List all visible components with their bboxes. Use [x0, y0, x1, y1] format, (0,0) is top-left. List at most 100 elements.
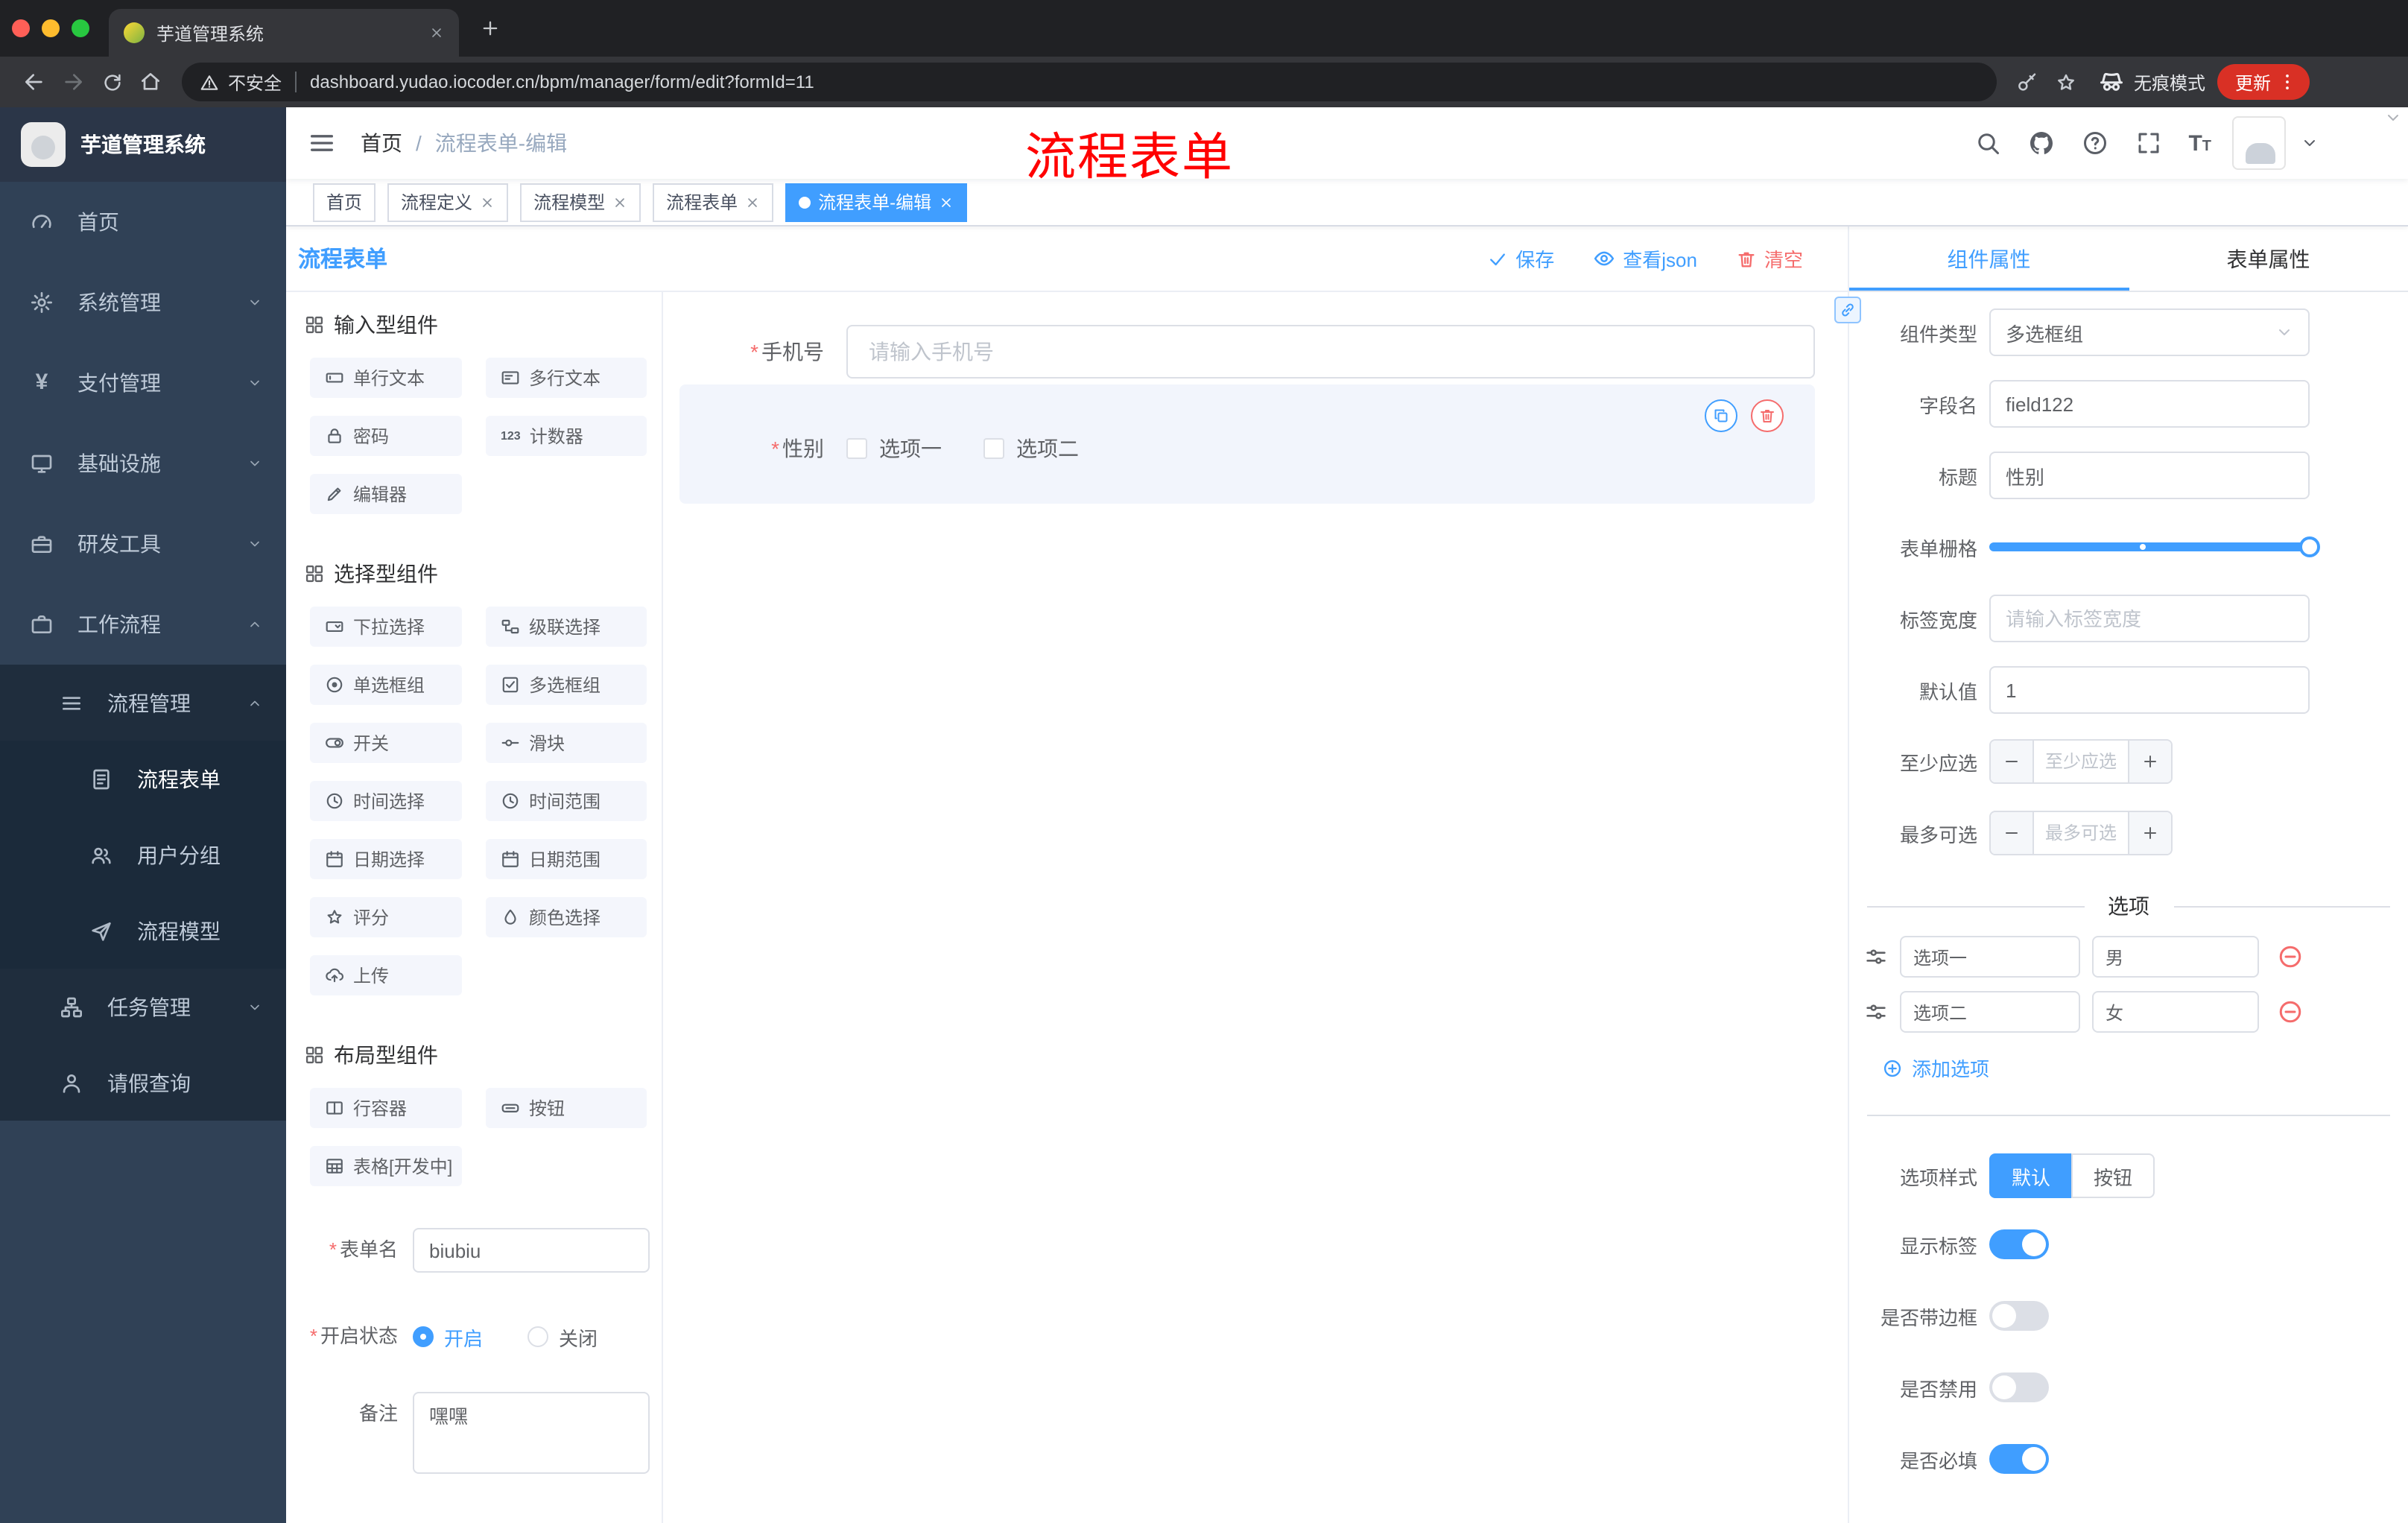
tag-process-model[interactable]: 流程模型 [520, 183, 641, 221]
home-icon[interactable] [131, 63, 170, 101]
sidebar-item-process-form[interactable]: 流程表单 [0, 741, 286, 817]
security-label[interactable]: 不安全 [228, 69, 282, 95]
palette-item-color-picker[interactable]: 颜色选择 [486, 897, 647, 937]
sidebar-item-user-group[interactable]: 用户分组 [0, 817, 286, 893]
option-value-input[interactable] [2092, 936, 2259, 978]
sidebar-item-devtools[interactable]: 研发工具 [0, 504, 286, 584]
phone-input[interactable] [846, 325, 1815, 379]
palette-item-counter[interactable]: 123 计数器 [486, 416, 647, 456]
slider-handle[interactable] [2299, 536, 2320, 557]
github-icon[interactable] [2027, 130, 2054, 156]
palette-item-time-picker[interactable]: 时间选择 [310, 781, 462, 821]
option-label-input[interactable] [1900, 936, 2080, 978]
sidebar-item-infrastructure[interactable]: 基础设施 [0, 423, 286, 504]
tab-close-icon[interactable] [429, 25, 444, 40]
form-remark-textarea[interactable]: 嘿嘿 [413, 1392, 650, 1474]
component-type-select[interactable]: 多选框组 [1989, 308, 2310, 356]
palette-item-button[interactable]: 按钮 [486, 1088, 647, 1128]
phone-field[interactable]: * 手机号 [679, 325, 1815, 379]
palette-item-select[interactable]: 下拉选择 [310, 607, 462, 647]
title-input[interactable] [1989, 452, 2310, 499]
zoom-window-button[interactable] [72, 19, 89, 37]
key-icon[interactable] [2009, 63, 2047, 101]
bookmark-star-icon[interactable] [2047, 63, 2086, 101]
sidebar-item-payment[interactable]: ¥ 支付管理 [0, 343, 286, 423]
grid-slider[interactable] [1989, 523, 2320, 571]
drag-handle-icon[interactable] [1864, 945, 1888, 969]
back-icon[interactable] [15, 63, 54, 101]
close-icon[interactable] [939, 194, 954, 209]
sidebar-item-process-model[interactable]: 流程模型 [0, 893, 286, 969]
search-icon[interactable] [1974, 130, 2000, 156]
palette-item-checkbox-group[interactable]: 多选框组 [486, 665, 647, 705]
save-button[interactable]: 保存 [1487, 244, 1554, 273]
help-icon[interactable] [2081, 130, 2108, 156]
sidebar-item-system[interactable]: 系统管理 [0, 262, 286, 343]
style-default-button[interactable]: 默认 [1989, 1153, 2073, 1198]
checkbox-option-1[interactable]: 选项一 [846, 434, 942, 463]
close-icon[interactable] [745, 194, 760, 209]
close-window-button[interactable] [12, 19, 30, 37]
tag-process-form[interactable]: 流程表单 [653, 183, 774, 221]
option-value-input[interactable] [2092, 991, 2259, 1033]
style-button-button[interactable]: 按钮 [2071, 1153, 2155, 1198]
new-tab-icon[interactable] [480, 18, 501, 39]
close-icon[interactable] [612, 194, 627, 209]
sidebar-logo[interactable]: 芋道管理系统 [0, 107, 286, 182]
add-option-button[interactable]: 添加选项 [1882, 1054, 2408, 1082]
palette-item-rate[interactable]: 评分 [310, 897, 462, 937]
copy-component-button[interactable] [1705, 399, 1737, 432]
remove-option-button[interactable] [2277, 943, 2304, 970]
palette-item-multi-line[interactable]: 多行文本 [486, 358, 647, 398]
palette-item-editor[interactable]: 编辑器 [310, 474, 462, 514]
caret-down-icon[interactable] [2301, 134, 2319, 152]
drag-handle-icon[interactable] [1864, 1000, 1888, 1024]
increase-button[interactable] [2129, 812, 2171, 854]
palette-item-row-container[interactable]: 行容器 [310, 1088, 462, 1128]
label-width-input[interactable] [1989, 595, 2310, 642]
sidebar-item-process-manage[interactable]: 流程管理 [0, 665, 286, 741]
checkbox-option-2[interactable]: 选项二 [983, 434, 1079, 463]
sidebar-item-home[interactable]: 首页 [0, 182, 286, 262]
tag-home[interactable]: 首页 [313, 183, 376, 221]
fullscreen-icon[interactable] [2135, 130, 2161, 156]
update-button[interactable]: 更新 [2217, 64, 2310, 100]
sidebar-item-leave-query[interactable]: 请假查询 [0, 1045, 286, 1121]
decrease-button[interactable] [1991, 741, 2032, 782]
link-icon[interactable] [1834, 297, 1861, 323]
field-name-input[interactable] [1989, 380, 2310, 428]
form-name-input[interactable] [413, 1228, 650, 1273]
max-select-input[interactable] [2032, 812, 2129, 854]
tab-component-props[interactable]: 组件属性 [1849, 227, 2129, 291]
palette-item-upload[interactable]: 上传 [310, 955, 462, 995]
palette-item-date-picker[interactable]: 日期选择 [310, 839, 462, 879]
radio-on[interactable]: 开启 [413, 1323, 483, 1351]
default-value-input[interactable] [1989, 666, 2310, 714]
required-toggle[interactable] [1989, 1444, 2049, 1474]
browser-tab[interactable]: 芋道管理系统 [109, 9, 459, 57]
palette-item-table[interactable]: 表格[开发中] [310, 1146, 462, 1186]
increase-button[interactable] [2129, 741, 2171, 782]
hamburger-icon[interactable] [307, 128, 337, 158]
palette-item-single-line[interactable]: 单行文本 [310, 358, 462, 398]
clear-button[interactable]: 清空 [1736, 244, 1803, 273]
palette-item-radio-group[interactable]: 单选框组 [310, 665, 462, 705]
palette-item-password[interactable]: 密码 [310, 416, 462, 456]
reload-icon[interactable] [92, 63, 131, 101]
delete-component-button[interactable] [1751, 399, 1784, 432]
palette-item-cascade[interactable]: 级联选择 [486, 607, 647, 647]
border-toggle[interactable] [1989, 1301, 2049, 1331]
corner-chevron-icon[interactable] [2384, 109, 2402, 127]
palette-item-date-range[interactable]: 日期范围 [486, 839, 647, 879]
breadcrumb-home[interactable]: 首页 [361, 128, 402, 158]
tag-process-form-edit[interactable]: 流程表单-编辑 [785, 183, 968, 221]
sidebar-item-workflow[interactable]: 工作流程 [0, 584, 286, 665]
disabled-toggle[interactable] [1989, 1372, 2049, 1402]
radio-off[interactable]: 关闭 [527, 1323, 598, 1351]
sidebar-item-task-manage[interactable]: 任务管理 [0, 969, 286, 1045]
avatar[interactable] [2232, 116, 2286, 170]
show-label-toggle[interactable] [1989, 1229, 2049, 1259]
option-label-input[interactable] [1900, 991, 2080, 1033]
min-select-input[interactable] [2032, 741, 2129, 782]
view-json-button[interactable]: 查看json [1593, 244, 1697, 273]
